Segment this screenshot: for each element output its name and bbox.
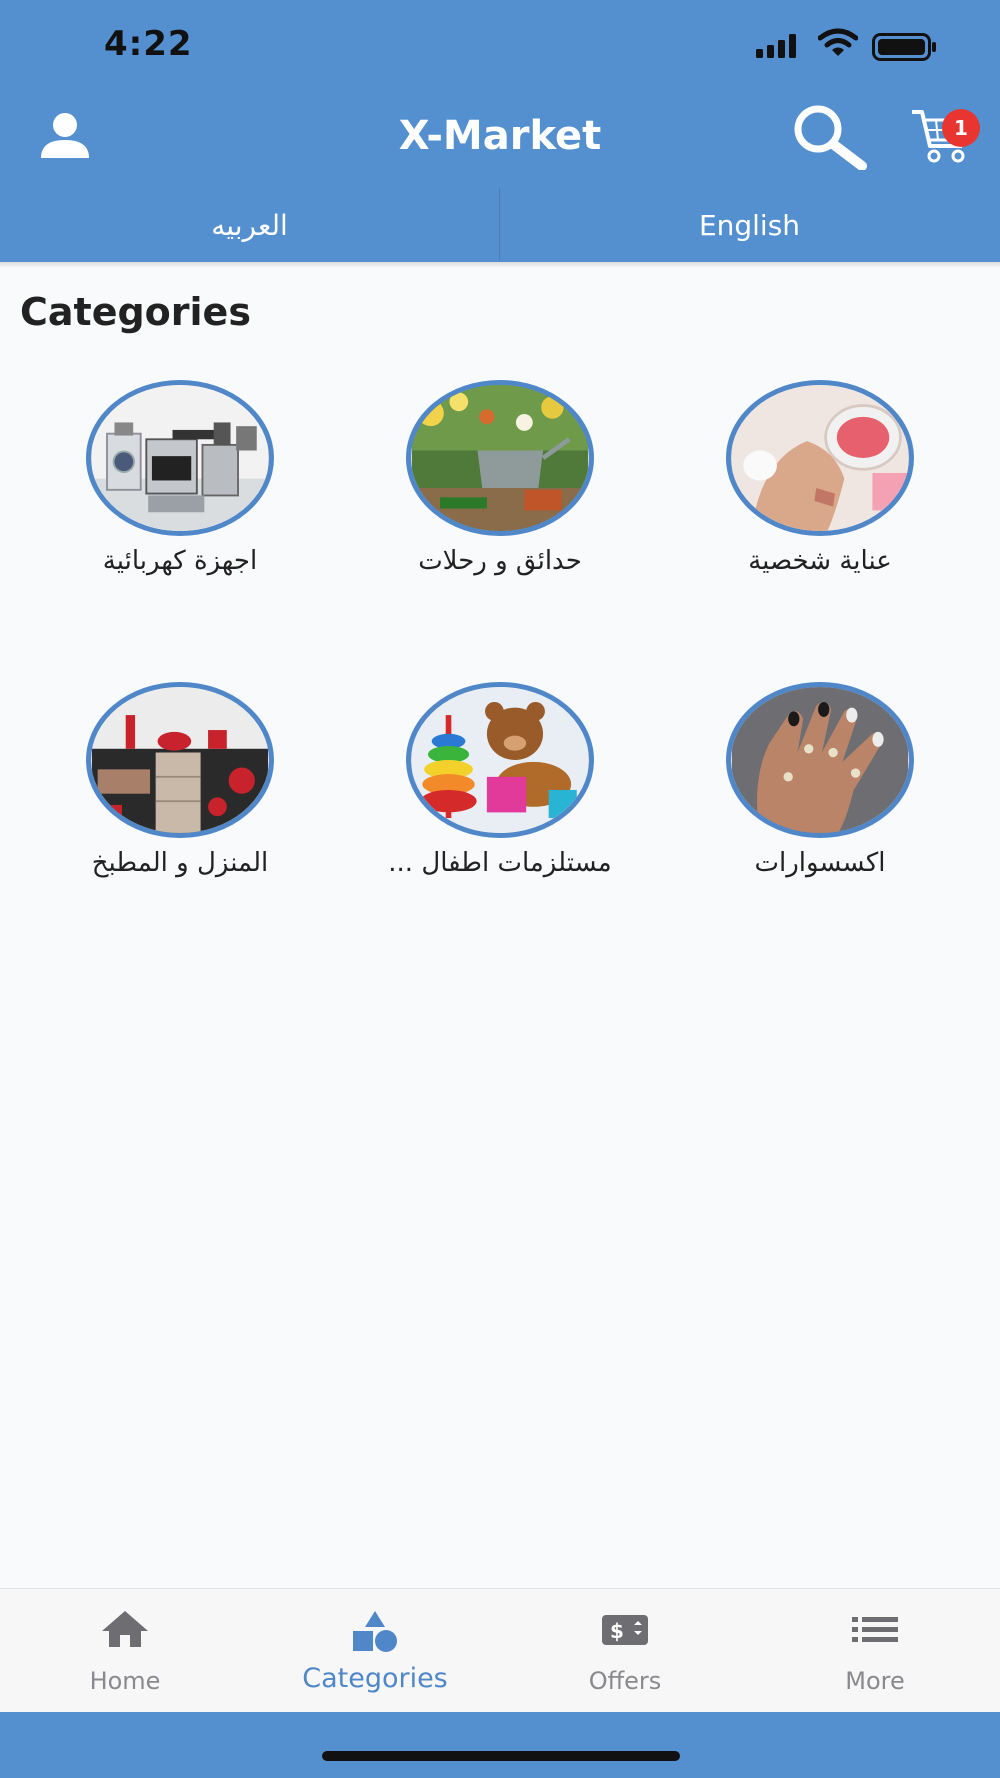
section-title: Categories bbox=[20, 290, 251, 334]
signal-icon bbox=[756, 34, 796, 58]
category-label: عناية شخصية bbox=[748, 546, 892, 576]
electrical-appliances-image bbox=[86, 380, 274, 536]
tab-more[interactable]: More bbox=[750, 1589, 1000, 1713]
list-icon bbox=[852, 1617, 898, 1642]
tab-label: More bbox=[845, 1667, 905, 1695]
category-label: مستلزمات اطفال ... bbox=[388, 848, 612, 878]
language-arabic-button[interactable]: العربيه bbox=[0, 188, 499, 258]
svg-text:$: $ bbox=[610, 1619, 624, 1643]
home-indicator[interactable] bbox=[322, 1751, 680, 1761]
category-garden[interactable]: حدائق و رحلات bbox=[340, 380, 660, 576]
dollar-tag-icon: $ bbox=[602, 1615, 648, 1645]
wifi-icon bbox=[818, 28, 858, 56]
tab-label: Home bbox=[89, 1667, 161, 1695]
tab-label: Offers bbox=[588, 1667, 662, 1695]
app-title: X-Market bbox=[398, 113, 602, 159]
shapes-icon bbox=[353, 1611, 397, 1652]
header-shadow bbox=[0, 262, 1000, 268]
bottom-tab-bar: Home Categories $ Offers More bbox=[0, 1588, 1000, 1712]
garden-image bbox=[406, 380, 594, 536]
tab-offers[interactable]: $ Offers bbox=[500, 1589, 750, 1713]
user-icon[interactable] bbox=[38, 112, 92, 160]
cart-count-badge: 1 bbox=[942, 109, 980, 147]
category-label: اجهزة كهربائية bbox=[102, 546, 258, 576]
category-label: اكسسوارات bbox=[754, 848, 886, 878]
search-icon[interactable] bbox=[790, 104, 870, 170]
tab-home[interactable]: Home bbox=[0, 1589, 250, 1713]
tab-label: Categories bbox=[302, 1663, 448, 1694]
accessories-image bbox=[726, 682, 914, 838]
status-time: 4:22 bbox=[104, 24, 193, 64]
category-kids-supplies[interactable]: مستلزمات اطفال ... bbox=[340, 682, 660, 878]
category-accessories[interactable]: اكسسوارات bbox=[660, 682, 980, 878]
kitchen-image bbox=[86, 682, 274, 838]
personal-care-image bbox=[726, 380, 914, 536]
battery-icon bbox=[872, 33, 936, 61]
bottom-safe-area bbox=[0, 1712, 1000, 1778]
kids-toys-image bbox=[406, 682, 594, 838]
home-icon bbox=[102, 1611, 148, 1647]
category-home-kitchen[interactable]: المنزل و المطبخ bbox=[20, 682, 340, 878]
tab-categories[interactable]: Categories bbox=[250, 1589, 500, 1713]
category-electrical-appliances[interactable]: اجهزة كهربائية bbox=[20, 380, 340, 576]
category-label: المنزل و المطبخ bbox=[91, 848, 269, 878]
language-english-button[interactable]: English bbox=[500, 188, 999, 258]
category-label: حدائق و رحلات bbox=[418, 546, 582, 576]
category-personal-care[interactable]: عناية شخصية bbox=[660, 380, 980, 576]
